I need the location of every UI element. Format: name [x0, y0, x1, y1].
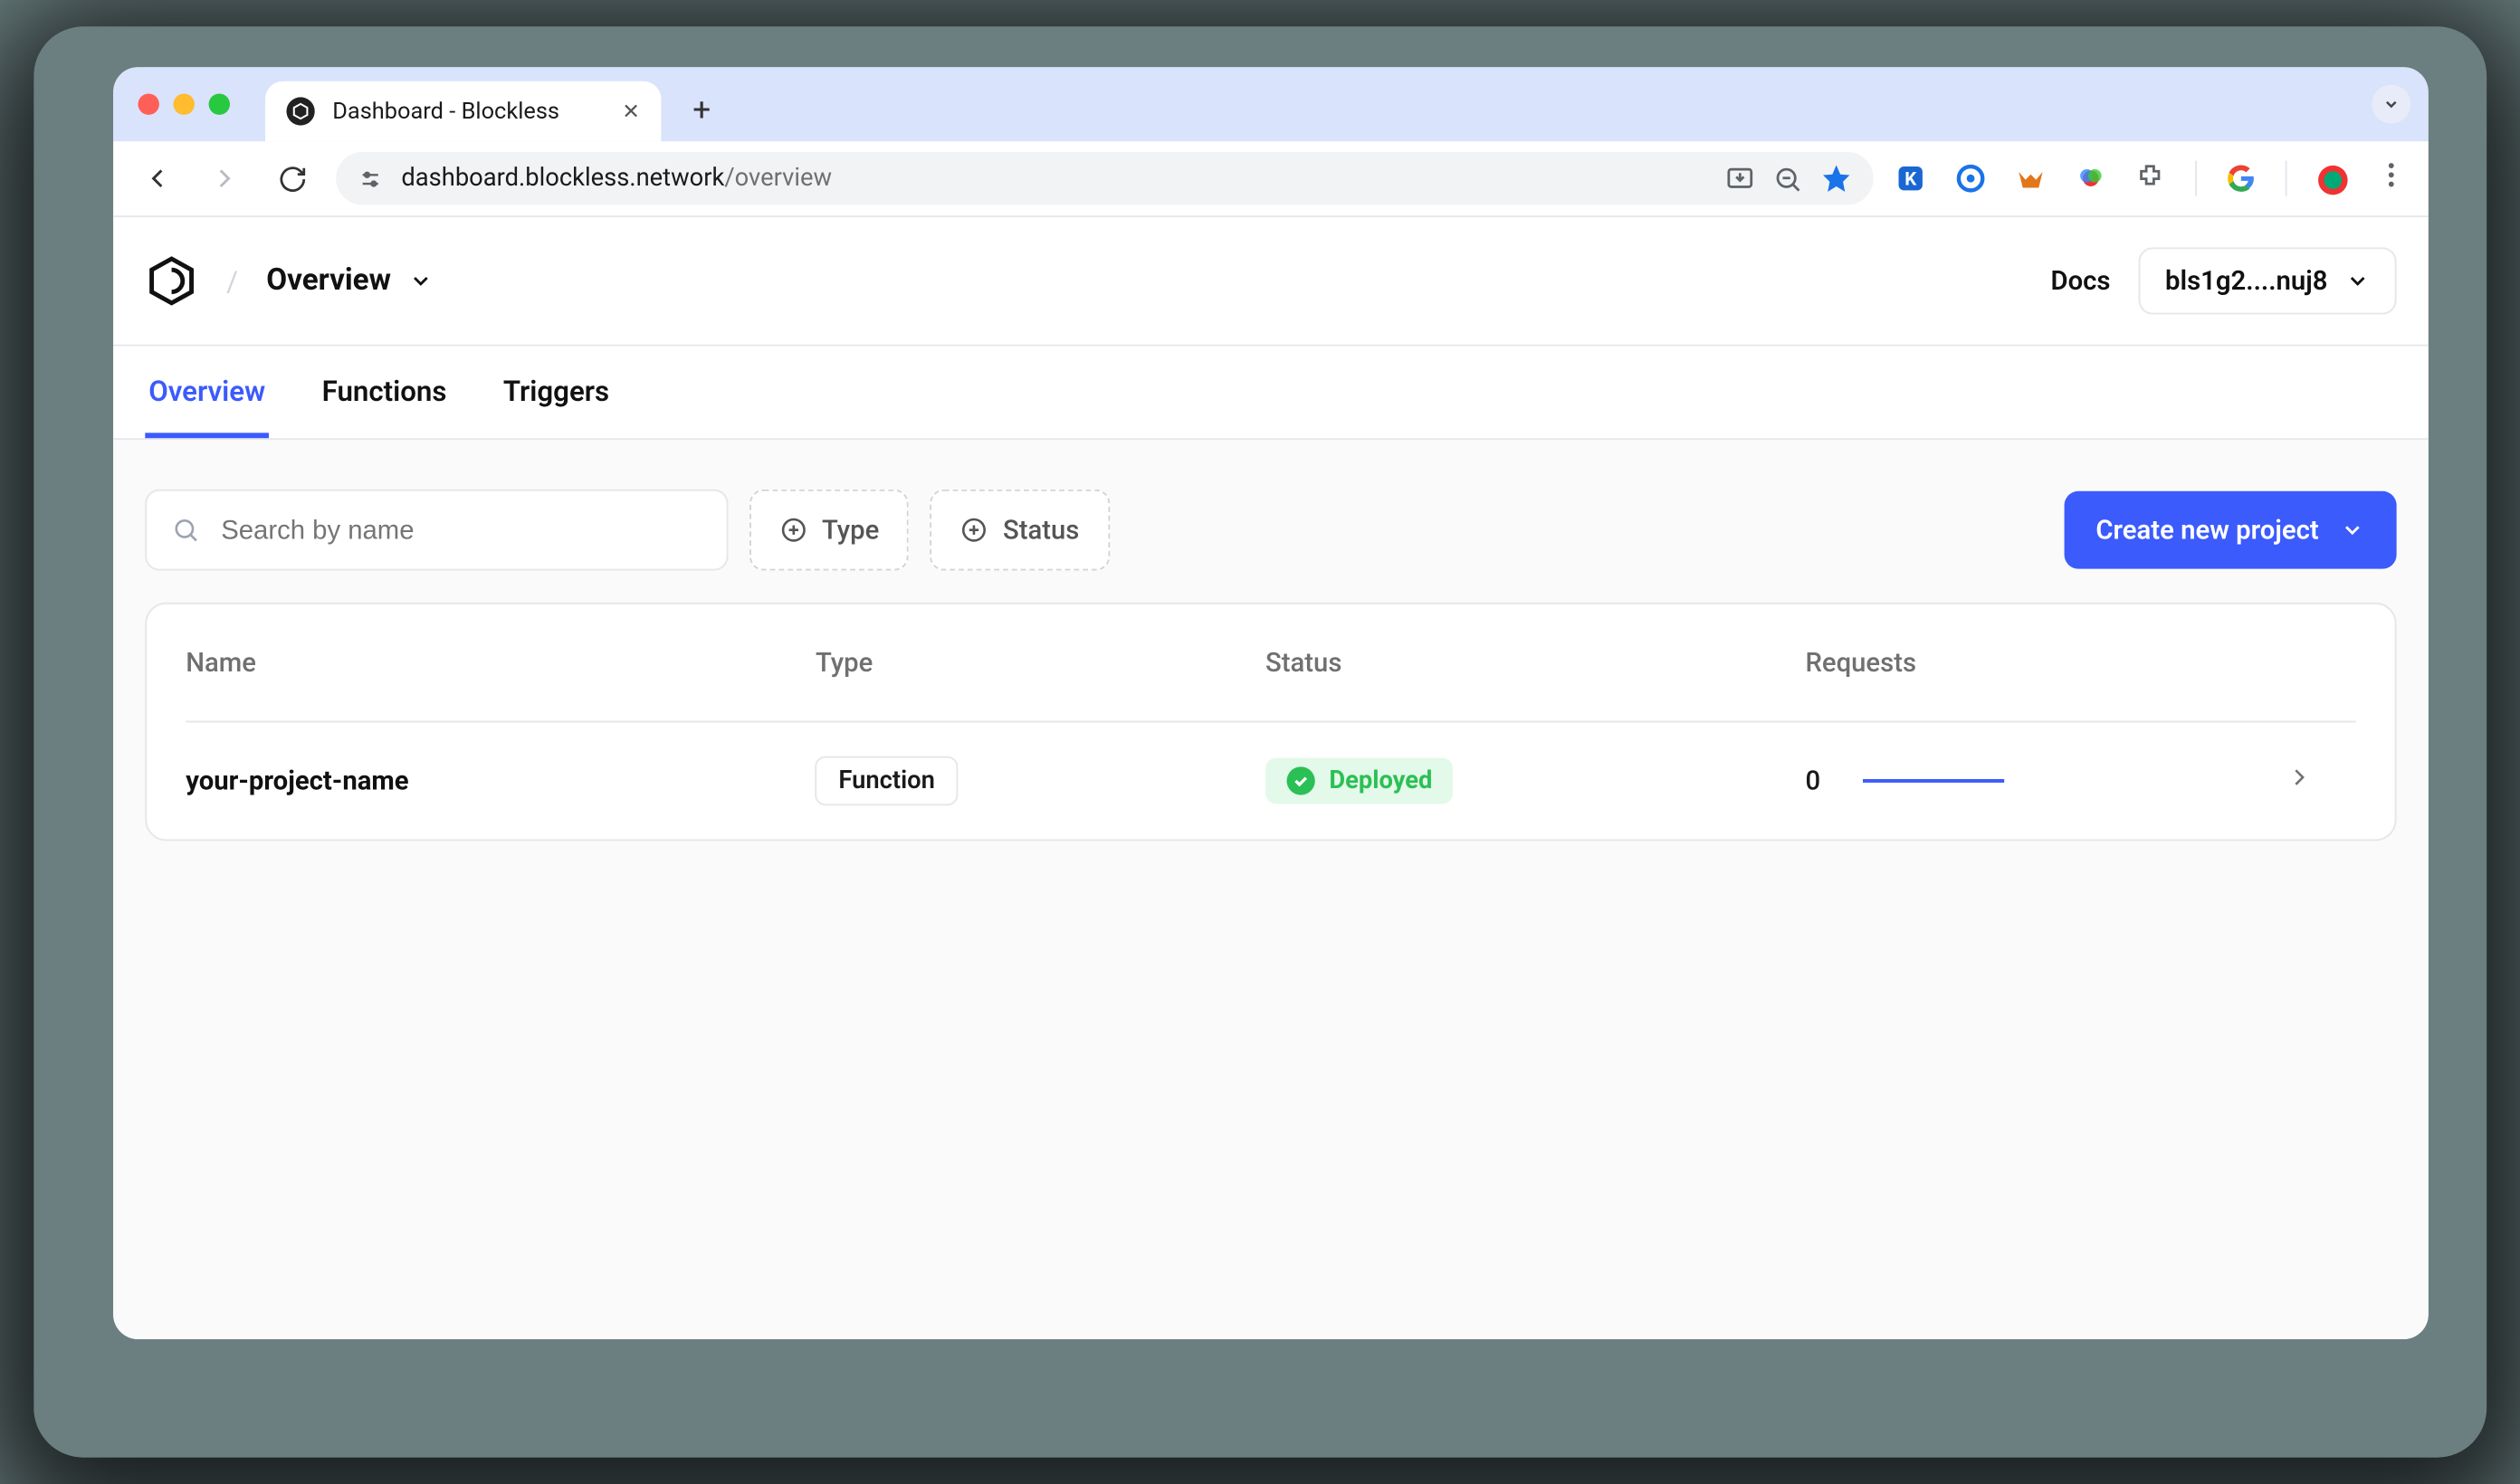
extension-icon-1[interactable]: K [1895, 163, 1926, 195]
browser-tabstrip: Dashboard - Blockless ✕ + [113, 67, 2429, 141]
filter-status-button[interactable]: Status [931, 490, 1110, 571]
browser-window: Dashboard - Blockless ✕ + dashboard. [113, 67, 2429, 1339]
tab-functions[interactable]: Functions [318, 375, 450, 438]
page-tabs: Overview Functions Triggers [113, 347, 2429, 440]
extension-icon-2[interactable] [1954, 163, 1986, 195]
window-zoom-button[interactable] [208, 93, 229, 114]
col-type: Type [816, 647, 1265, 679]
address-bar[interactable]: dashboard.blockless.network/overview [336, 152, 1874, 205]
search-input[interactable] [217, 513, 702, 547]
tab-overview[interactable]: Overview [145, 375, 269, 438]
project-name: your-project-name [186, 765, 816, 796]
tab-favicon [286, 97, 314, 125]
plus-circle-icon [960, 516, 988, 544]
create-project-label: Create new project [2095, 514, 2318, 546]
nav-forward-button[interactable] [202, 156, 248, 202]
breadcrumb-label: Overview [266, 263, 391, 299]
url-text: dashboard.blockless.network/overview [401, 165, 1707, 193]
window-close-button[interactable] [138, 93, 158, 114]
window-minimize-button[interactable] [173, 93, 194, 114]
brand-logo[interactable] [145, 254, 198, 308]
app-header: / Overview Docs bls1g2....nuj8 [113, 217, 2429, 347]
row-chevron[interactable] [2285, 763, 2355, 798]
tab-close-button[interactable]: ✕ [622, 99, 640, 123]
nav-back-button[interactable] [134, 156, 180, 202]
project-type-badge: Function [816, 756, 958, 806]
account-dropdown[interactable]: bls1g2....nuj8 [2138, 247, 2396, 314]
search-icon [171, 516, 199, 544]
check-circle-icon [1286, 766, 1314, 794]
nav-reload-button[interactable] [269, 156, 315, 202]
col-status: Status [1265, 647, 1805, 679]
browser-tab[interactable]: Dashboard - Blockless ✕ [265, 81, 661, 141]
google-account-icon[interactable] [2225, 163, 2257, 195]
svg-text:K: K [1904, 169, 1917, 191]
profile-avatar[interactable] [2315, 163, 2347, 195]
breadcrumb-separator: / [226, 264, 238, 298]
tabs-overflow-button[interactable] [2372, 85, 2410, 124]
chevron-down-icon [408, 269, 433, 293]
tab-triggers[interactable]: Triggers [500, 375, 613, 438]
search-input-wrapper[interactable] [145, 490, 728, 571]
new-tab-button[interactable]: + [675, 83, 729, 137]
requests-count: 0 [1805, 765, 1820, 796]
chevron-down-icon [2345, 269, 2370, 293]
extension-icon-3[interactable] [2015, 163, 2047, 195]
account-label: bls1g2....nuj8 [2165, 265, 2327, 297]
toolbar-right: K [1895, 159, 2407, 198]
col-requests: Requests [1805, 647, 2285, 679]
plus-circle-icon [779, 516, 807, 544]
site-settings-icon [357, 166, 383, 192]
window-controls [138, 67, 265, 141]
sparkline [1863, 779, 2004, 783]
projects-table: Name Type Status Requests your-project-n… [145, 603, 2396, 842]
breadcrumb-dropdown[interactable]: Overview [266, 263, 434, 299]
zoom-icon[interactable] [1772, 164, 1802, 194]
install-app-icon[interactable] [1724, 164, 1754, 194]
docs-link[interactable]: Docs [2050, 265, 2110, 297]
filter-status-label: Status [1003, 514, 1079, 546]
status-label: Deployed [1329, 766, 1432, 794]
extension-icon-4[interactable] [2075, 163, 2106, 195]
filter-type-button[interactable]: Type [749, 490, 910, 571]
browser-toolbar: dashboard.blockless.network/overview K [113, 141, 2429, 217]
table-row[interactable]: your-project-name Function Deployed [186, 723, 2356, 840]
col-name: Name [186, 647, 816, 679]
status-badge: Deployed [1265, 758, 1454, 804]
create-project-button[interactable]: Create new project [2064, 491, 2396, 569]
tab-title: Dashboard - Blockless [332, 98, 605, 124]
chevron-down-icon [2340, 518, 2364, 542]
overview-content: Type Status Create new project Name Type [113, 440, 2429, 1339]
table-header: Name Type Status Requests [186, 604, 2356, 723]
extensions-menu-icon[interactable] [2134, 163, 2166, 195]
controls-row: Type Status Create new project [145, 490, 2396, 571]
requests-cell: 0 [1805, 765, 2285, 796]
page-content: / Overview Docs bls1g2....nuj8 Overview … [113, 217, 2429, 1339]
bookmark-icon[interactable] [1820, 163, 1852, 195]
filter-type-label: Type [822, 514, 879, 546]
browser-menu-button[interactable] [2375, 159, 2407, 198]
